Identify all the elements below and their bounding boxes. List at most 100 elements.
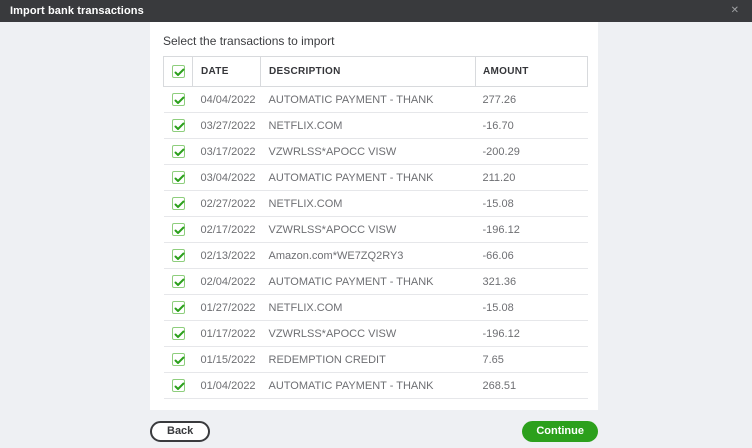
row-date: 02/13/2022	[193, 243, 261, 269]
row-date: 02/04/2022	[193, 269, 261, 295]
row-description: VZWRLSS*APOCC VISW	[261, 139, 476, 165]
row-checkbox[interactable]	[172, 275, 185, 288]
table-header: DATE DESCRIPTION AMOUNT	[164, 57, 588, 87]
check-icon	[174, 200, 185, 209]
row-checkbox-cell	[164, 321, 193, 347]
row-checkbox-cell	[164, 295, 193, 321]
table-row: 04/04/2022 AUTOMATIC PAYMENT - THANK 277…	[164, 87, 588, 113]
transactions-body: 04/04/2022 AUTOMATIC PAYMENT - THANK 277…	[164, 87, 588, 399]
row-checkbox-cell	[164, 165, 193, 191]
table-row: 01/15/2022 REDEMPTION CREDIT 7.65	[164, 347, 588, 373]
content-panel: Select the transactions to import DATE D…	[150, 22, 598, 410]
row-checkbox-cell	[164, 347, 193, 373]
back-button[interactable]: Back	[150, 421, 210, 442]
check-icon	[174, 174, 185, 183]
check-icon	[174, 226, 185, 235]
row-checkbox-cell	[164, 217, 193, 243]
row-amount: -200.29	[476, 139, 588, 165]
table-row: 03/27/2022 NETFLIX.COM -16.70	[164, 113, 588, 139]
row-amount: -16.70	[476, 113, 588, 139]
check-icon	[174, 122, 185, 131]
row-date: 03/27/2022	[193, 113, 261, 139]
row-amount: -66.06	[476, 243, 588, 269]
row-checkbox-cell	[164, 373, 193, 399]
row-checkbox[interactable]	[172, 223, 185, 236]
check-icon	[174, 356, 185, 365]
row-description: NETFLIX.COM	[261, 191, 476, 217]
table-row: 02/04/2022 AUTOMATIC PAYMENT - THANK 321…	[164, 269, 588, 295]
modal-title: Import bank transactions	[10, 5, 144, 17]
row-description: NETFLIX.COM	[261, 113, 476, 139]
row-checkbox[interactable]	[172, 301, 185, 314]
row-description: Amazon.com*WE7ZQ2RY3	[261, 243, 476, 269]
table-row: 03/04/2022 AUTOMATIC PAYMENT - THANK 211…	[164, 165, 588, 191]
continue-button[interactable]: Continue	[522, 421, 598, 442]
row-description: AUTOMATIC PAYMENT - THANK	[261, 269, 476, 295]
row-date: 03/17/2022	[193, 139, 261, 165]
check-icon	[174, 382, 185, 391]
row-checkbox[interactable]	[172, 249, 185, 262]
row-checkbox[interactable]	[172, 145, 185, 158]
check-icon	[174, 252, 185, 261]
row-date: 02/17/2022	[193, 217, 261, 243]
row-description: VZWRLSS*APOCC VISW	[261, 217, 476, 243]
row-date: 01/15/2022	[193, 347, 261, 373]
modal-header: Import bank transactions ✕	[0, 0, 752, 22]
row-description: AUTOMATIC PAYMENT - THANK	[261, 87, 476, 113]
row-description: AUTOMATIC PAYMENT - THANK	[261, 373, 476, 399]
row-date: 01/04/2022	[193, 373, 261, 399]
table-row: 02/13/2022 Amazon.com*WE7ZQ2RY3 -66.06	[164, 243, 588, 269]
table-row: 01/27/2022 NETFLIX.COM -15.08	[164, 295, 588, 321]
row-amount: 7.65	[476, 347, 588, 373]
row-date: 01/27/2022	[193, 295, 261, 321]
column-header-amount: AMOUNT	[476, 57, 588, 87]
row-description: NETFLIX.COM	[261, 295, 476, 321]
row-amount: -196.12	[476, 217, 588, 243]
check-icon	[174, 148, 185, 157]
column-header-date: DATE	[193, 57, 261, 87]
row-checkbox[interactable]	[172, 197, 185, 210]
table-row: 02/17/2022 VZWRLSS*APOCC VISW -196.12	[164, 217, 588, 243]
transactions-table: DATE DESCRIPTION AMOUNT 04/04/2022 AUTOM…	[163, 56, 588, 399]
row-amount: -196.12	[476, 321, 588, 347]
row-amount: 277.26	[476, 87, 588, 113]
row-checkbox-cell	[164, 191, 193, 217]
check-icon	[174, 68, 185, 77]
row-checkbox-cell	[164, 87, 193, 113]
row-checkbox[interactable]	[172, 93, 185, 106]
row-description: VZWRLSS*APOCC VISW	[261, 321, 476, 347]
table-row: 01/17/2022 VZWRLSS*APOCC VISW -196.12	[164, 321, 588, 347]
table-row: 01/04/2022 AUTOMATIC PAYMENT - THANK 268…	[164, 373, 588, 399]
modal-footer: Back Continue	[150, 420, 598, 442]
row-checkbox-cell	[164, 113, 193, 139]
check-icon	[174, 96, 185, 105]
table-row: 02/27/2022 NETFLIX.COM -15.08	[164, 191, 588, 217]
row-checkbox[interactable]	[172, 379, 185, 392]
row-amount: -15.08	[476, 295, 588, 321]
column-header-description: DESCRIPTION	[261, 57, 476, 87]
row-amount: 321.36	[476, 269, 588, 295]
table-row: 03/17/2022 VZWRLSS*APOCC VISW -200.29	[164, 139, 588, 165]
select-transactions-heading: Select the transactions to import	[163, 34, 587, 48]
row-date: 04/04/2022	[193, 87, 261, 113]
row-checkbox-cell	[164, 243, 193, 269]
row-checkbox[interactable]	[172, 171, 185, 184]
row-checkbox[interactable]	[172, 119, 185, 132]
select-all-header-cell	[164, 57, 193, 87]
check-icon	[174, 304, 185, 313]
row-date: 03/04/2022	[193, 165, 261, 191]
row-date: 01/17/2022	[193, 321, 261, 347]
row-description: REDEMPTION CREDIT	[261, 347, 476, 373]
check-icon	[174, 278, 185, 287]
row-description: AUTOMATIC PAYMENT - THANK	[261, 165, 476, 191]
row-checkbox-cell	[164, 269, 193, 295]
row-checkbox[interactable]	[172, 353, 185, 366]
row-amount: 211.20	[476, 165, 588, 191]
row-checkbox[interactable]	[172, 327, 185, 340]
check-icon	[174, 330, 185, 339]
select-all-checkbox[interactable]	[172, 65, 185, 78]
row-date: 02/27/2022	[193, 191, 261, 217]
row-amount: 268.51	[476, 373, 588, 399]
close-icon[interactable]: ✕	[728, 4, 742, 18]
row-amount: -15.08	[476, 191, 588, 217]
